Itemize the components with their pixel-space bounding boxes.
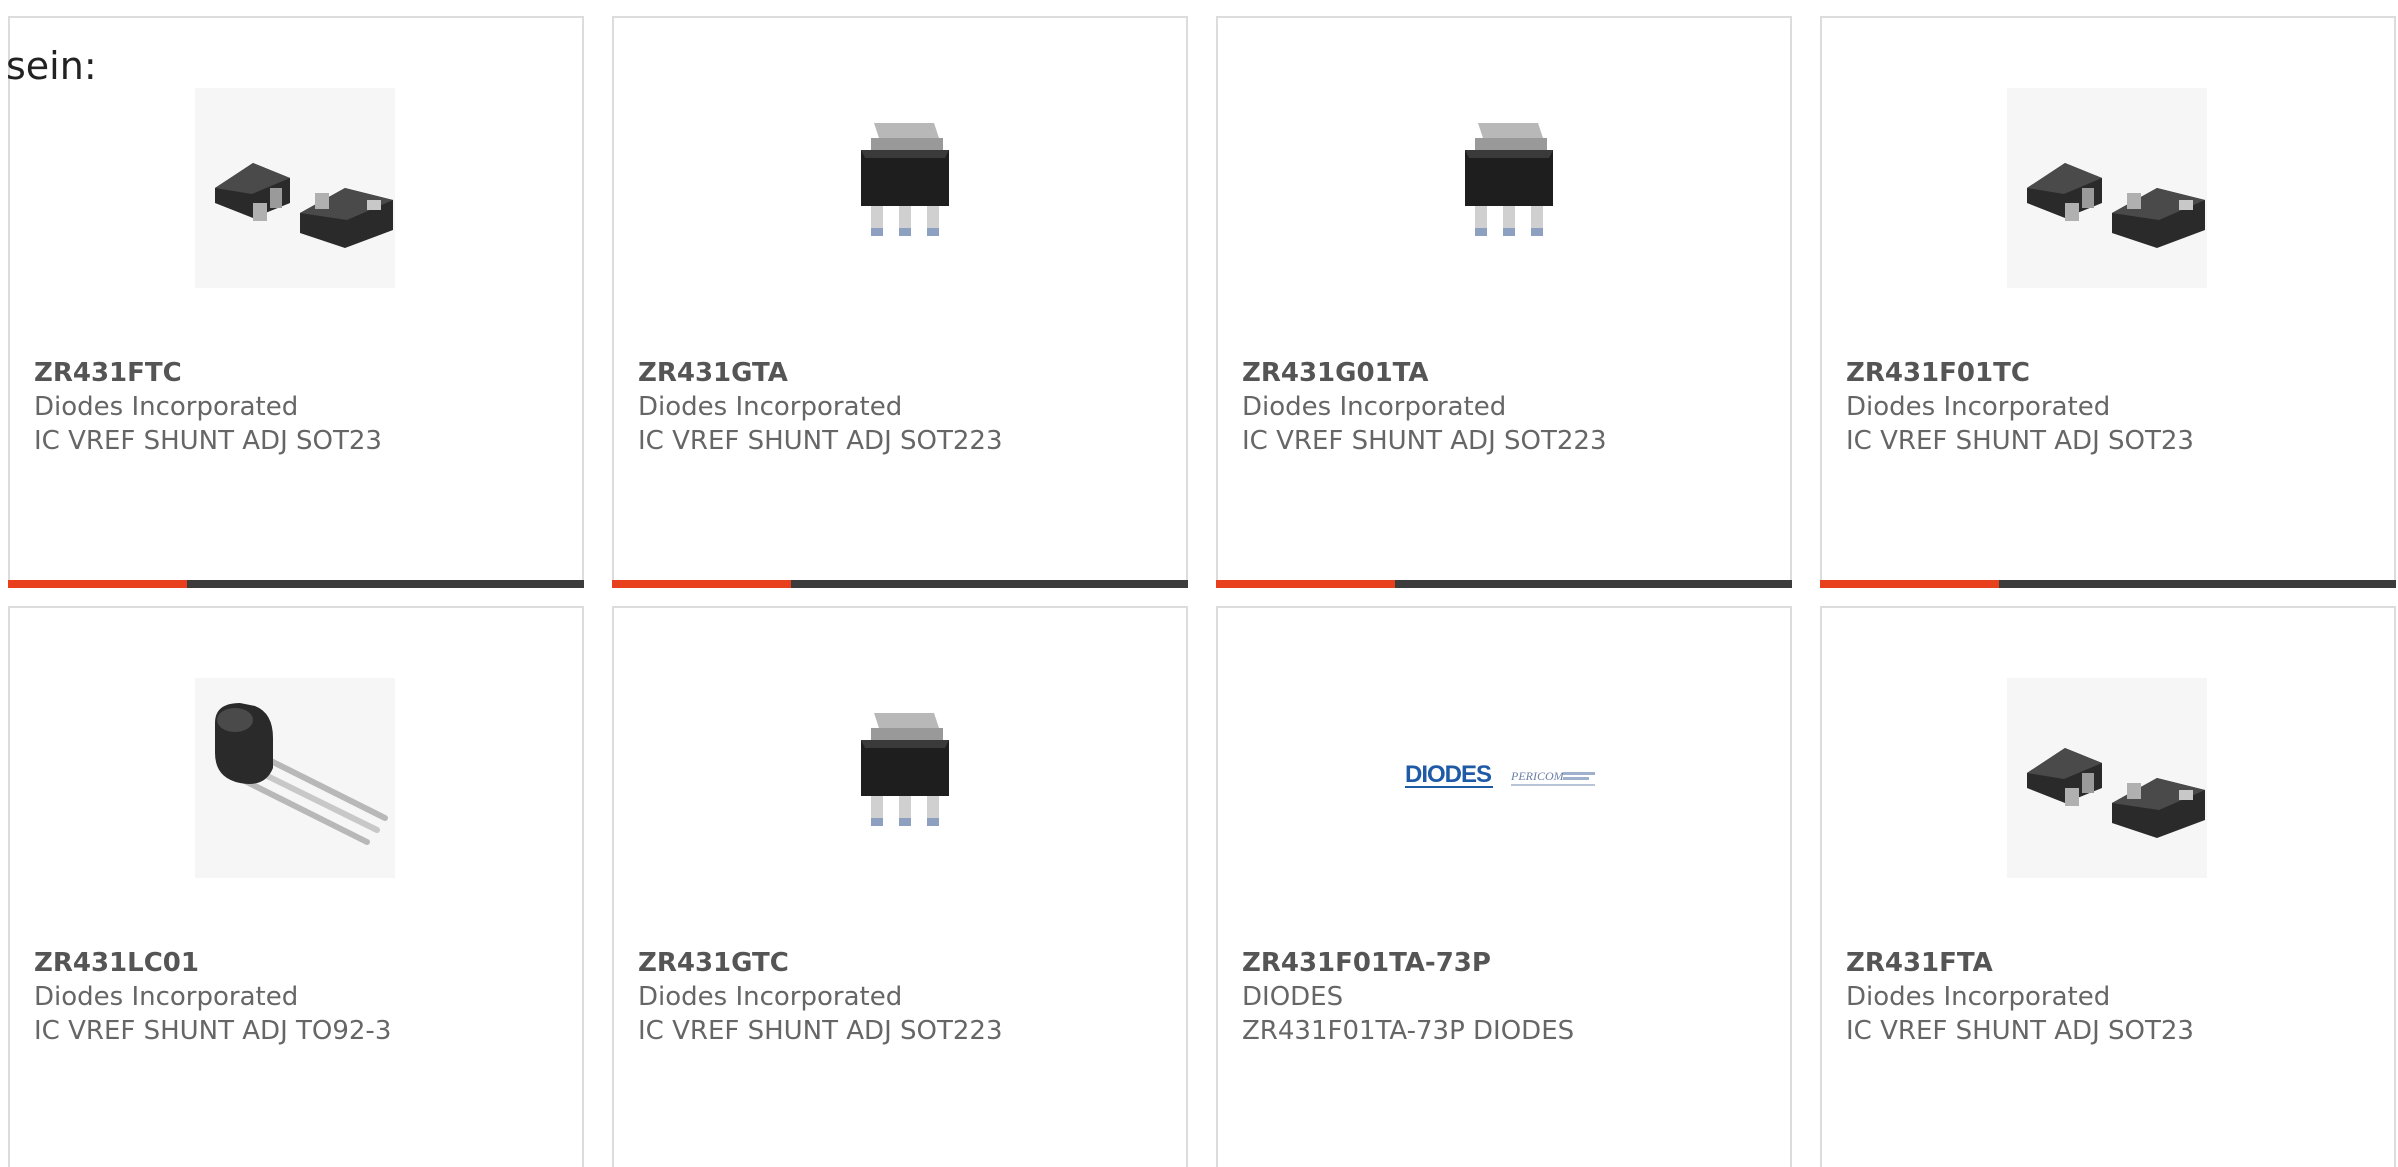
part-description: IC VREF SHUNT ADJ SOT223 bbox=[1242, 426, 1607, 456]
product-card[interactable]: ZR431GTA Diodes Incorporated IC VREF SHU… bbox=[612, 16, 1188, 588]
progress-fill bbox=[612, 580, 791, 588]
part-description: IC VREF SHUNT ADJ SOT223 bbox=[638, 426, 1003, 456]
part-number[interactable]: ZR431FTC bbox=[34, 358, 182, 388]
part-description: IC VREF SHUNT ADJ SOT223 bbox=[638, 1016, 1003, 1046]
part-number[interactable]: ZR431FTA bbox=[1846, 948, 1993, 978]
part-number[interactable]: ZR431LC01 bbox=[34, 948, 199, 978]
part-number[interactable]: ZR431GTC bbox=[638, 948, 789, 978]
product-card[interactable]: ZR431LC01 Diodes Incorporated IC VREF SH… bbox=[8, 606, 584, 1167]
part-description: IC VREF SHUNT ADJ SOT23 bbox=[1846, 1016, 2194, 1046]
card-progress-bar bbox=[1820, 580, 2396, 588]
card-progress-bar bbox=[8, 580, 584, 588]
sot223-package-image bbox=[1403, 88, 1603, 288]
product-listing-page: sein: ZR431FTC Diodes Incorporated IC VR… bbox=[0, 0, 2398, 1167]
manufacturer-name: Diodes Incorporated bbox=[1846, 392, 2111, 422]
product-card[interactable]: ZR431GTC Diodes Incorporated IC VREF SHU… bbox=[612, 606, 1188, 1167]
manufacturer-name: Diodes Incorporated bbox=[1846, 982, 2111, 1012]
part-number[interactable]: ZR431GTA bbox=[638, 358, 788, 388]
sot223-package-image bbox=[799, 678, 999, 878]
part-description: ZR431F01TA-73P DIODES bbox=[1242, 1016, 1575, 1046]
product-card[interactable]: ZR431FTA Diodes Incorporated IC VREF SHU… bbox=[1820, 606, 2396, 1167]
part-description: IC VREF SHUNT ADJ TO92-3 bbox=[34, 1016, 392, 1046]
diodes-pericom-logo: DIODES PERICOM bbox=[1403, 678, 1603, 878]
progress-fill bbox=[8, 580, 187, 588]
card-progress-bar bbox=[1216, 580, 1792, 588]
sot23-package-image bbox=[195, 88, 395, 288]
product-grid: ZR431FTC Diodes Incorporated IC VREF SHU… bbox=[8, 16, 2398, 1167]
product-card[interactable]: ZR431G01TA Diodes Incorporated IC VREF S… bbox=[1216, 16, 1792, 588]
intro-text: sein: bbox=[6, 44, 97, 88]
pericom-logo-text: PERICOM bbox=[1510, 769, 1565, 783]
sot23-package-image bbox=[2007, 88, 2207, 288]
manufacturer-name: Diodes Incorporated bbox=[34, 982, 299, 1012]
manufacturer-name: Diodes Incorporated bbox=[1242, 392, 1507, 422]
progress-fill bbox=[1216, 580, 1395, 588]
diodes-logo-text: DIODES bbox=[1405, 761, 1492, 788]
part-number[interactable]: ZR431F01TC bbox=[1846, 358, 2030, 388]
to92-package-image bbox=[195, 678, 395, 878]
sot223-package-image bbox=[799, 88, 999, 288]
part-description: IC VREF SHUNT ADJ SOT23 bbox=[34, 426, 382, 456]
sot23-package-image bbox=[2007, 678, 2207, 878]
part-number[interactable]: ZR431G01TA bbox=[1242, 358, 1429, 388]
part-description: IC VREF SHUNT ADJ SOT23 bbox=[1846, 426, 2194, 456]
part-number[interactable]: ZR431F01TA-73P bbox=[1242, 948, 1491, 978]
card-progress-bar bbox=[612, 580, 1188, 588]
product-card[interactable]: ZR431FTC Diodes Incorporated IC VREF SHU… bbox=[8, 16, 584, 588]
manufacturer-name: Diodes Incorporated bbox=[34, 392, 299, 422]
manufacturer-name: Diodes Incorporated bbox=[638, 982, 903, 1012]
product-card[interactable]: ZR431F01TC Diodes Incorporated IC VREF S… bbox=[1820, 16, 2396, 588]
progress-fill bbox=[1820, 580, 1999, 588]
product-card[interactable]: DIODES PERICOM ZR431F01TA-73P DIODES ZR4… bbox=[1216, 606, 1792, 1167]
manufacturer-name: Diodes Incorporated bbox=[638, 392, 903, 422]
manufacturer-name: DIODES bbox=[1242, 982, 1344, 1012]
